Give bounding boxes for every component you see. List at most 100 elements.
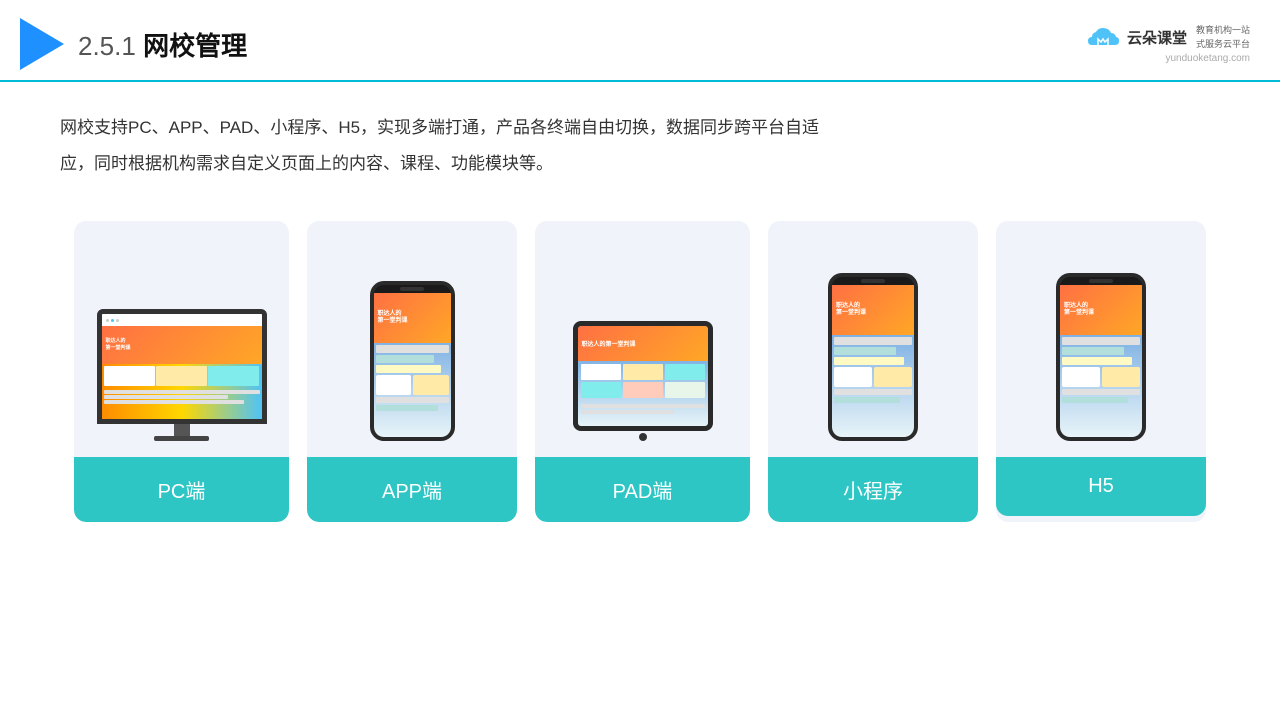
card-pad: 职达人的第一堂判课	[535, 221, 750, 522]
page-title: 2.5.1 网校管理	[78, 26, 247, 63]
tab-block-1	[581, 364, 621, 380]
tablet-illustration: 职达人的第一堂判课	[573, 321, 713, 441]
tablet-body: 职达人的第一堂判课	[573, 321, 713, 431]
brand-tagline: 教育机构一站 式服务云平台	[1196, 24, 1250, 51]
card-item-1	[104, 366, 155, 386]
tab-block-2	[623, 364, 663, 380]
tab-block-6	[665, 382, 705, 398]
logo-triangle-icon	[20, 18, 64, 70]
page-header: 2.5.1 网校管理 云朵课堂 教育机构一站 式服务云平台 yunduoketa…	[0, 0, 1280, 82]
brand-name-text: 云朵课堂	[1127, 27, 1187, 48]
card-label-miniapp: 小程序	[768, 457, 978, 522]
p-row4	[376, 397, 449, 403]
phone-body-miniapp-content	[832, 335, 914, 405]
phone-banner-3: 职达人的第一堂判课	[1060, 285, 1142, 335]
phone-body-app: 职达人的第一堂判课	[370, 281, 455, 441]
brand-name-row: 云朵课堂 教育机构一站 式服务云平台	[1084, 24, 1250, 51]
tablet-banner-text: 职达人的第一堂判课	[582, 339, 636, 348]
card-item-2	[156, 366, 207, 386]
phone-card-row	[376, 375, 449, 395]
card-app: 职达人的第一堂判课	[307, 221, 517, 522]
row3	[104, 400, 244, 404]
dot3	[116, 319, 119, 322]
phone-screen-miniapp: 职达人的第一堂判课	[832, 285, 914, 437]
card-miniapp-image: 职达人的第一堂判课	[778, 241, 968, 441]
tablet-home-btn	[639, 433, 647, 441]
h-row2	[1062, 347, 1124, 355]
title-prefix: 2.5.1	[78, 31, 136, 61]
p-row3	[376, 365, 442, 373]
phone-illustration-h5: 职达人的第一堂判课	[1056, 273, 1146, 441]
row2	[104, 395, 229, 399]
mini-card-row	[834, 367, 912, 387]
dot2	[111, 319, 114, 322]
tab-block-4	[581, 382, 621, 398]
title-main: 网校管理	[143, 31, 247, 61]
card-pc-image: 职达人的第一堂判课	[84, 241, 279, 441]
screen-banner-text: 职达人的第一堂判课	[106, 338, 131, 352]
screen-cards-row	[102, 364, 262, 388]
brand-logo: 云朵课堂 教育机构一站 式服务云平台 yunduoketang.com	[1084, 24, 1250, 64]
phone-body-h5: 职达人的第一堂判课	[1056, 273, 1146, 441]
card-label-app: APP端	[307, 457, 517, 522]
card-h5: 职达人的第一堂判课	[996, 221, 1206, 522]
platform-cards: 职达人的第一堂判课	[0, 201, 1280, 542]
card-item-3	[208, 366, 259, 386]
card-pad-image: 职达人的第一堂判课	[545, 241, 740, 441]
notch-pill-3	[1089, 279, 1113, 283]
tab-block-3	[665, 364, 705, 380]
phone-banner-2: 职达人的第一堂判课	[832, 285, 914, 335]
mc1	[834, 367, 872, 387]
card-label-h5: H5	[996, 457, 1206, 516]
header-left: 2.5.1 网校管理	[20, 18, 247, 70]
h-row5	[1062, 397, 1128, 403]
phone-notch-app	[374, 285, 451, 293]
phone-banner: 职达人的第一堂判课	[374, 293, 451, 343]
m-row1	[834, 337, 912, 345]
monitor-neck	[174, 424, 190, 436]
m-row5	[834, 397, 900, 403]
p-row1	[376, 345, 449, 353]
monitor-screen: 职达人的第一堂判课	[102, 314, 262, 419]
card-label-pc: PC端	[74, 457, 289, 522]
screen-content: 职达人的第一堂判课	[102, 326, 262, 419]
p-row2	[376, 355, 434, 363]
monitor-body: 职达人的第一堂判课	[97, 309, 267, 424]
tab-block-5	[623, 382, 663, 398]
h-row4	[1062, 389, 1140, 395]
p-row5	[376, 405, 438, 411]
phone-notch-h5	[1060, 277, 1142, 285]
m-row2	[834, 347, 896, 355]
notch-pill	[400, 287, 424, 291]
dot1	[106, 319, 109, 322]
phone-body-h5-content	[1060, 335, 1142, 405]
pc2	[413, 375, 449, 395]
tr1	[581, 404, 705, 408]
cloud-icon	[1084, 25, 1122, 51]
screen-top-bar	[102, 314, 262, 326]
card-miniapp: 职达人的第一堂判课	[768, 221, 978, 522]
phone-screen-h5: 职达人的第一堂判课	[1060, 285, 1142, 437]
phone-illustration-app: 职达人的第一堂判课	[370, 281, 455, 441]
phone-screen-app: 职达人的第一堂判课	[374, 293, 451, 437]
card-pc: 职达人的第一堂判课	[74, 221, 289, 522]
tablet-screen: 职达人的第一堂判课	[578, 326, 708, 426]
tablet-content	[578, 361, 708, 401]
phone-body-miniapp: 职达人的第一堂判课	[828, 273, 918, 441]
phone-body-content	[374, 343, 451, 413]
tablet-banner: 职达人的第一堂判课	[578, 326, 708, 361]
notch-pill-2	[861, 279, 885, 283]
card-label-pad: PAD端	[535, 457, 750, 522]
phone-illustration-miniapp: 职达人的第一堂判课	[828, 273, 918, 441]
brand-url: yunduoketang.com	[1165, 53, 1250, 64]
pc1	[376, 375, 412, 395]
h-row3	[1062, 357, 1132, 365]
banner-text-3: 职达人的第一堂判课	[1064, 303, 1094, 319]
pc-monitor-illustration: 职达人的第一堂判课	[97, 309, 267, 441]
phone-notch-miniapp	[832, 277, 914, 285]
tr2	[581, 410, 674, 414]
description-text: 网校支持PC、APP、PAD、小程序、H5，实现多端打通，产品各终端自由切换，数…	[0, 82, 900, 191]
card-h5-image: 职达人的第一堂判课	[1006, 241, 1196, 441]
banner-text-2: 职达人的第一堂判课	[836, 303, 866, 319]
monitor-base	[154, 436, 209, 441]
